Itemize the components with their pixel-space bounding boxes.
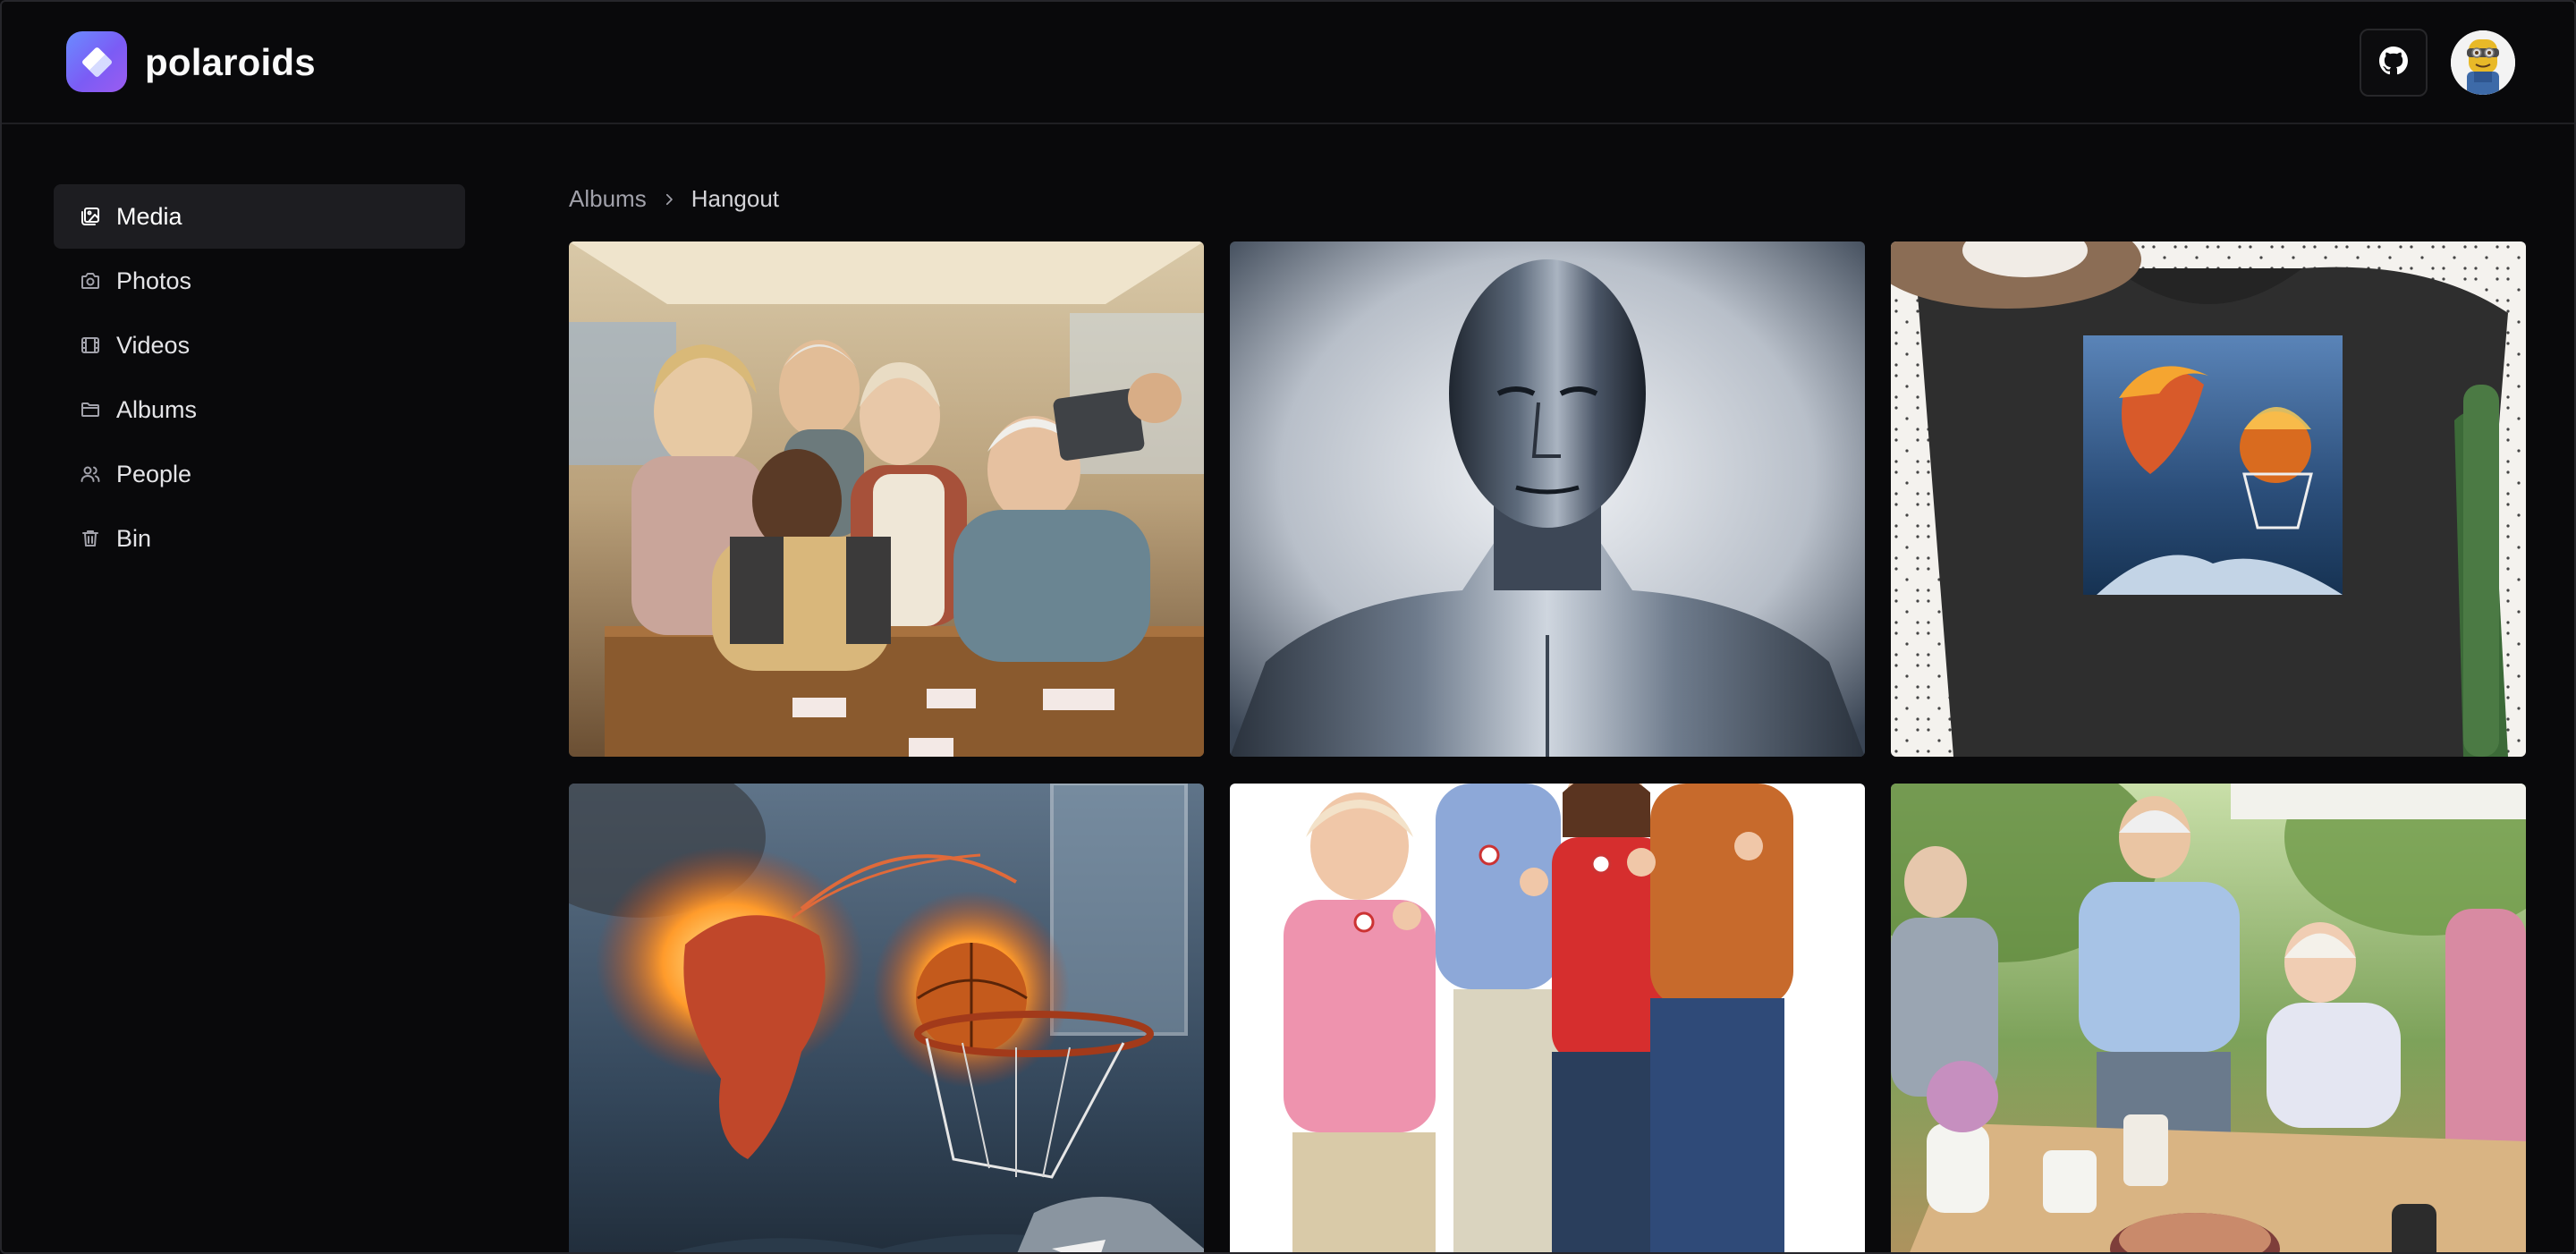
sidebar-item-label: Media <box>116 202 182 230</box>
sidebar-nav: Media Photos Videos Albums People Bin <box>54 184 465 571</box>
chevron-right-icon <box>661 191 677 208</box>
media-icon <box>79 205 102 228</box>
photo-tile-outdoor-cafe[interactable] <box>1891 784 2526 1252</box>
user-avatar[interactable] <box>2451 30 2515 95</box>
top-header: polaroids <box>2 2 2574 124</box>
photo-tile-sweatshirt[interactable] <box>1891 241 2526 757</box>
photo-tile-shrimp-basketball[interactable] <box>569 784 1204 1252</box>
app-title[interactable]: polaroids <box>145 41 316 84</box>
camera-icon <box>79 269 102 292</box>
photo-tile-chrome-bust[interactable] <box>1230 241 1865 757</box>
photo-tile-thumbs-up[interactable] <box>1230 784 1865 1252</box>
sidebar-item-photos[interactable]: Photos <box>54 249 465 313</box>
film-icon <box>79 334 102 357</box>
sidebar-item-videos[interactable]: Videos <box>54 313 465 377</box>
sidebar-item-label: Albums <box>116 395 198 423</box>
trash-icon <box>79 527 102 550</box>
photo-tile-seniors-selfie[interactable] <box>569 241 1204 757</box>
github-button[interactable] <box>2360 29 2428 97</box>
breadcrumb-current: Hangout <box>691 185 780 212</box>
sidebar-item-label: Videos <box>116 331 191 359</box>
sidebar-item-label: Bin <box>116 524 152 552</box>
sidebar-item-albums[interactable]: Albums <box>54 377 465 442</box>
sidebar-item-people[interactable]: People <box>54 442 465 506</box>
logo-icon[interactable] <box>66 31 127 92</box>
app-window: polaroids Media Photos Videos Albums Peo… <box>0 0 2576 1254</box>
sidebar-item-label: Photos <box>116 267 192 294</box>
folder-icon <box>79 398 102 421</box>
sidebar-item-bin[interactable]: Bin <box>54 506 465 571</box>
breadcrumb: Albums Hangout <box>569 185 779 213</box>
breadcrumb-albums-link[interactable]: Albums <box>569 185 647 213</box>
sidebar-item-media[interactable]: Media <box>54 184 465 249</box>
github-icon <box>2379 46 2408 80</box>
people-icon <box>79 462 102 486</box>
sidebar-item-label: People <box>116 460 192 487</box>
